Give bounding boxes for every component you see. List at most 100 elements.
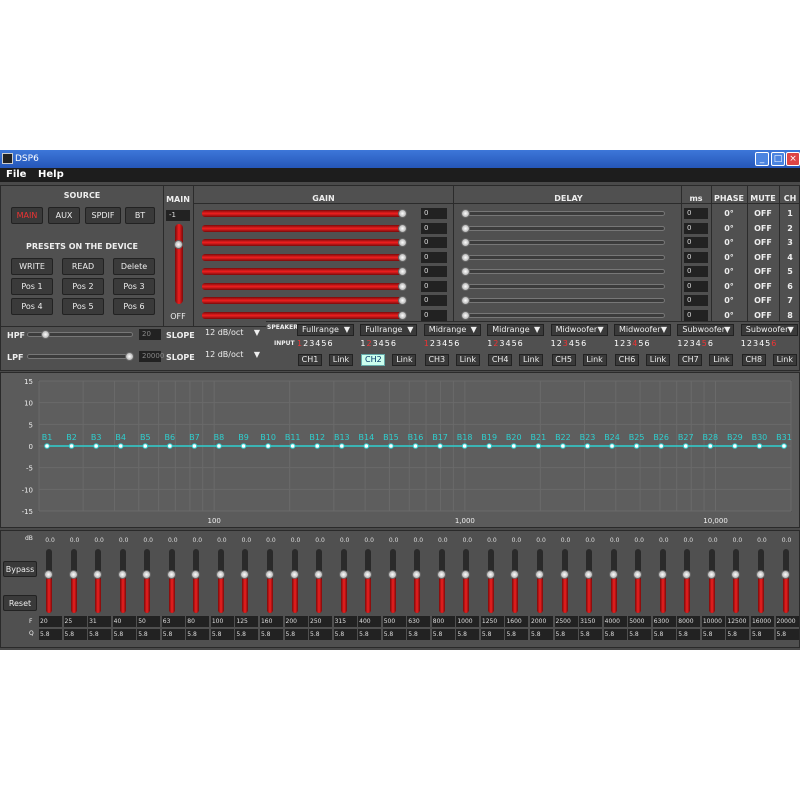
source-button-spdif[interactable]: SPDIF <box>85 207 121 224</box>
gain-slider-knob[interactable] <box>398 296 407 305</box>
eq-band-q[interactable]: 5.8 <box>530 629 553 640</box>
link-button[interactable]: Link <box>392 354 417 366</box>
lpf-slider[interactable] <box>27 354 133 359</box>
mute-toggle[interactable]: OFF <box>747 282 779 291</box>
gain-slider[interactable] <box>202 297 402 304</box>
eq-band-slider-knob[interactable] <box>510 570 520 579</box>
lpf-slider-knob[interactable] <box>125 352 134 361</box>
eq-band-q[interactable]: 5.8 <box>579 629 603 640</box>
input-6-toggle[interactable]: 6 <box>391 339 397 348</box>
eq-band-frequency[interactable]: 6300 <box>652 616 676 627</box>
speaker-type-select[interactable]: Midrange ▼ <box>423 324 481 336</box>
eq-band-slider-knob[interactable] <box>780 570 790 579</box>
source-button-main[interactable]: MAIN <box>11 207 43 224</box>
eq-band-slider-knob[interactable] <box>117 570 127 579</box>
phase-toggle[interactable]: 0° <box>711 267 747 276</box>
eq-band-q[interactable]: 5.8 <box>750 629 774 640</box>
eq-band-frequency[interactable]: 315 <box>333 616 357 627</box>
main-volume-knob[interactable] <box>174 240 183 249</box>
eq-band-slider-knob[interactable] <box>166 570 176 579</box>
eq-band-q[interactable]: 5.8 <box>137 629 161 640</box>
gain-value[interactable]: 0 <box>421 237 447 248</box>
channel-select-button[interactable]: CH1 <box>298 354 322 366</box>
link-button[interactable]: Link <box>329 354 353 366</box>
preset-delete-button[interactable]: Delete <box>113 258 155 275</box>
gain-slider-knob[interactable] <box>398 223 407 233</box>
eq-band-frequency[interactable]: 8000 <box>677 616 701 627</box>
delay-ms-value[interactable]: 0 <box>684 251 708 263</box>
gain-value[interactable]: 0 <box>421 266 447 277</box>
input-6-toggle[interactable]: 6 <box>518 339 524 348</box>
eq-band-q[interactable]: 5.8 <box>63 629 87 640</box>
delay-ms-value[interactable]: 0 <box>684 208 708 219</box>
speaker-type-select[interactable]: Fullrange ▼ <box>360 324 418 336</box>
eq-band-frequency[interactable]: 1000 <box>456 616 480 627</box>
eq-band-q[interactable]: 5.8 <box>431 629 455 640</box>
eq-band-q[interactable]: 5.8 <box>161 629 185 640</box>
mute-toggle[interactable]: OFF <box>747 238 779 247</box>
gain-slider[interactable] <box>202 224 402 232</box>
link-button[interactable]: Link <box>582 354 607 366</box>
eq-band-slider-knob[interactable] <box>485 570 495 579</box>
eq-band-q[interactable]: 5.8 <box>677 629 701 640</box>
eq-band-q[interactable]: 5.8 <box>210 629 234 640</box>
preset-pos-3-button[interactable]: Pos 3 <box>113 278 155 295</box>
eq-band-q[interactable]: 5.8 <box>284 629 308 640</box>
eq-band-frequency[interactable]: 31 <box>88 616 112 627</box>
lpf-slope-select[interactable]: 12 dB/oct ▼ <box>201 350 263 362</box>
eq-band-q[interactable]: 5.8 <box>407 629 431 640</box>
eq-band-slider-knob[interactable] <box>535 570 544 579</box>
input-6-toggle[interactable]: 6 <box>454 339 460 348</box>
gain-value[interactable]: 0 <box>421 280 447 292</box>
delay-ms-value[interactable]: 0 <box>684 266 708 277</box>
gain-value[interactable]: 0 <box>421 208 447 219</box>
delay-slider-knob[interactable] <box>461 310 470 320</box>
eq-band-frequency[interactable]: 800 <box>431 616 455 627</box>
delay-slider[interactable] <box>463 269 665 274</box>
eq-band-q[interactable]: 5.8 <box>382 629 406 640</box>
link-button[interactable]: Link <box>455 354 480 366</box>
delay-ms-value[interactable]: 0 <box>684 222 708 234</box>
delay-slider-knob[interactable] <box>461 209 470 218</box>
eq-band-slider-knob[interactable] <box>731 570 741 579</box>
gain-slider[interactable] <box>202 311 402 319</box>
input-6-toggle[interactable]: 6 <box>771 339 777 348</box>
eq-band-q[interactable]: 5.8 <box>235 629 259 640</box>
eq-band-frequency[interactable]: 2500 <box>554 616 578 627</box>
delay-slider-knob[interactable] <box>461 281 470 291</box>
channel-select-button[interactable]: CH7 <box>678 354 703 366</box>
eq-band-slider-knob[interactable] <box>755 570 765 579</box>
delay-slider-knob[interactable] <box>461 296 470 305</box>
eq-band-q[interactable]: 5.8 <box>775 629 799 640</box>
eq-band-q[interactable]: 5.8 <box>259 629 283 640</box>
delay-slider-knob[interactable] <box>461 223 470 233</box>
eq-band-frequency[interactable]: 630 <box>407 616 431 627</box>
input-routing[interactable]: 123456 <box>424 339 461 348</box>
phase-toggle[interactable]: 0° <box>711 209 747 218</box>
phase-toggle[interactable]: 0° <box>711 253 747 262</box>
eq-band-slider-knob[interactable] <box>314 570 324 579</box>
gain-value[interactable]: 0 <box>421 295 447 306</box>
gain-slider[interactable] <box>202 282 402 290</box>
delay-ms-value[interactable]: 0 <box>684 309 708 321</box>
mute-toggle[interactable]: OFF <box>747 311 779 320</box>
link-button[interactable]: Link <box>646 354 670 366</box>
delay-slider[interactable] <box>463 298 665 303</box>
phase-toggle[interactable]: 0° <box>711 296 747 305</box>
gain-slider-knob[interactable] <box>398 281 407 291</box>
gain-slider[interactable] <box>202 268 402 275</box>
eq-band-frequency[interactable]: 4000 <box>603 616 627 627</box>
preset-pos-4-button[interactable]: Pos 4 <box>11 298 53 315</box>
delay-slider-knob[interactable] <box>461 252 470 262</box>
eq-band-frequency[interactable]: 10000 <box>701 616 725 627</box>
gain-slider-knob[interactable] <box>398 267 407 276</box>
speaker-type-select[interactable]: Midwoofer ▼ <box>614 324 671 336</box>
eq-band-frequency[interactable]: 5000 <box>628 616 652 627</box>
mute-toggle[interactable]: OFF <box>747 224 779 233</box>
eq-band-slider-knob[interactable] <box>436 570 446 579</box>
eq-band-frequency[interactable]: 20000 <box>775 616 799 627</box>
delay-slider[interactable] <box>463 283 665 289</box>
gain-slider[interactable] <box>202 210 402 217</box>
minimize-icon[interactable]: _ <box>755 152 769 166</box>
delay-slider[interactable] <box>463 240 665 245</box>
